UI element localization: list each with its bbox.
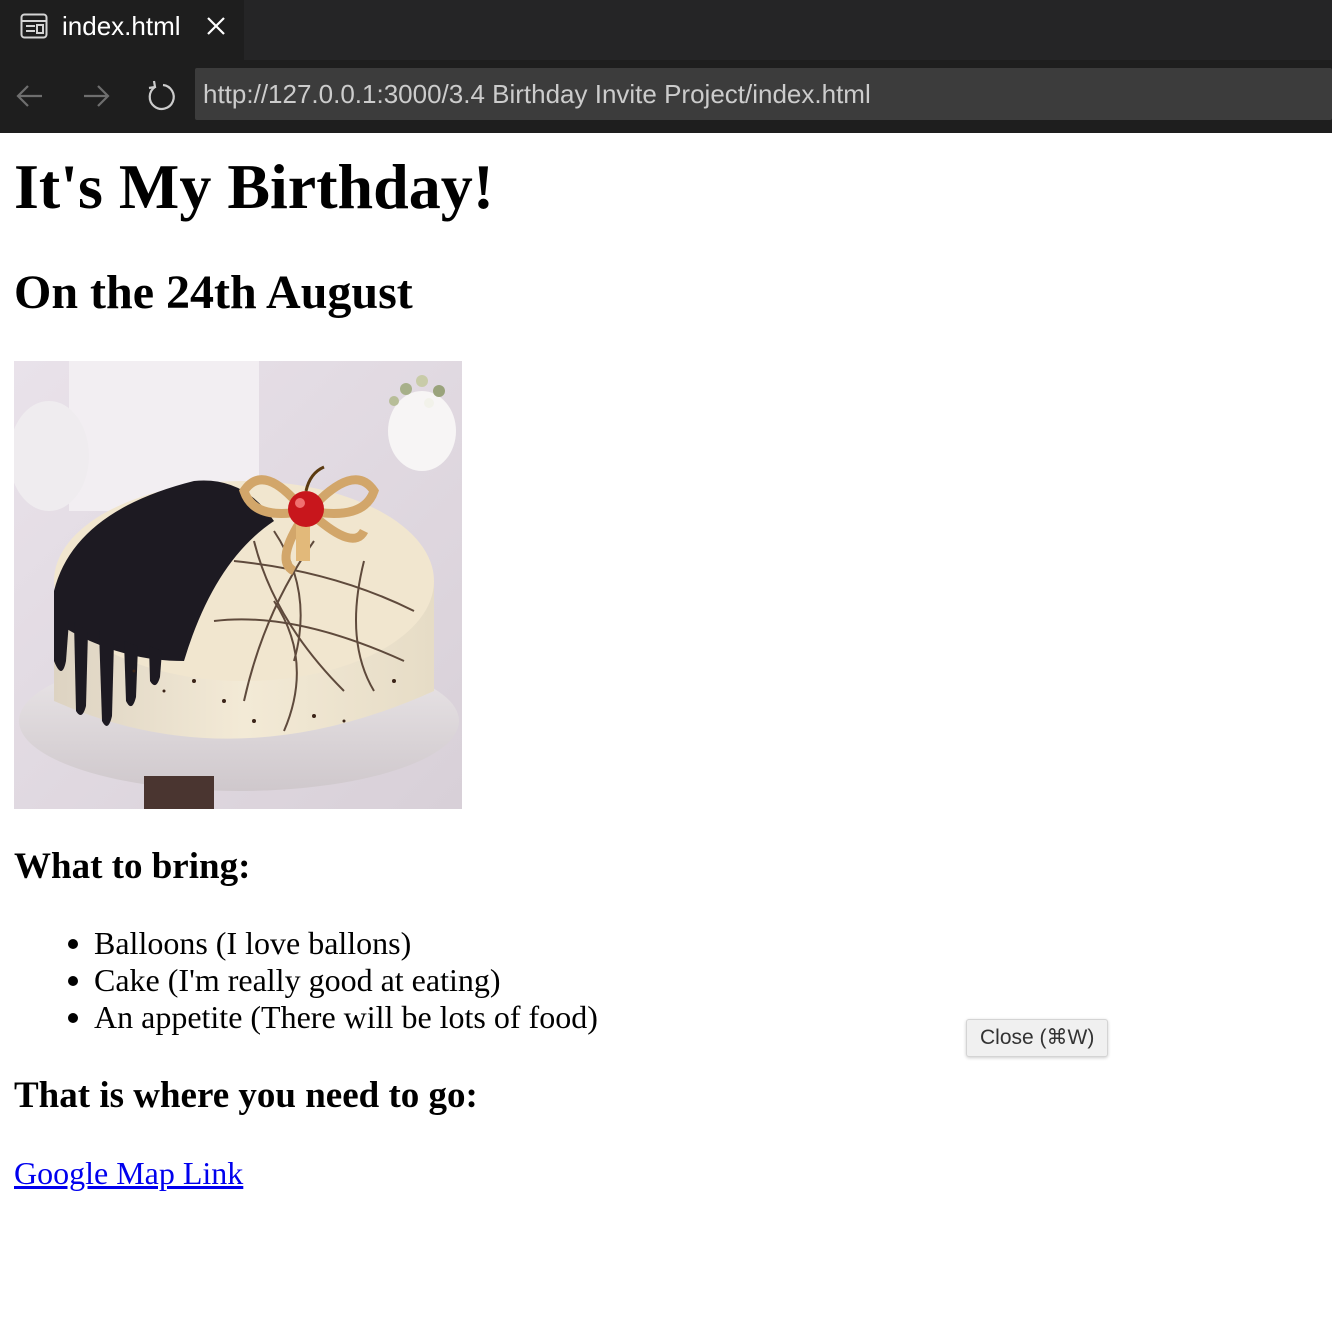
tab-bar: index.html (0, 0, 1332, 60)
bring-list: Balloons (I love ballons) Cake (I'm real… (14, 925, 598, 1036)
list-item: Cake (I'm really good at eating) (14, 962, 598, 999)
google-map-link[interactable]: Google Map Link (14, 1153, 243, 1193)
bullet-icon (68, 939, 78, 949)
location-heading: That is where you need to go: (14, 1075, 478, 1116)
close-tooltip: Close (⌘W) (966, 1019, 1109, 1057)
reload-icon[interactable] (141, 76, 181, 116)
bring-heading: What to bring: (14, 846, 251, 887)
tab-index-html[interactable]: index.html (0, 0, 244, 60)
tab-title: index.html (62, 11, 181, 41)
list-item-text: An appetite (There will be lots of food) (94, 999, 598, 1035)
preview-icon (20, 13, 48, 39)
list-item: Balloons (I love ballons) (14, 925, 598, 962)
date-heading: On the 24th August (14, 266, 413, 319)
close-icon[interactable] (202, 12, 230, 40)
cake-image (9, 361, 462, 809)
list-item-text: Balloons (I love ballons) (94, 925, 412, 961)
list-item: An appetite (There will be lots of food) (14, 999, 598, 1036)
arrow-left-icon[interactable] (10, 76, 50, 116)
browser-toolbar: http://127.0.0.1:3000/3.4 Birthday Invit… (0, 60, 1332, 133)
bullet-icon (68, 1013, 78, 1023)
page-title: It's My Birthday! (14, 151, 494, 222)
list-item-text: Cake (I'm really good at eating) (94, 962, 501, 998)
arrow-right-icon[interactable] (76, 76, 116, 116)
url-input[interactable]: http://127.0.0.1:3000/3.4 Birthday Invit… (195, 68, 1332, 120)
bullet-icon (68, 976, 78, 986)
